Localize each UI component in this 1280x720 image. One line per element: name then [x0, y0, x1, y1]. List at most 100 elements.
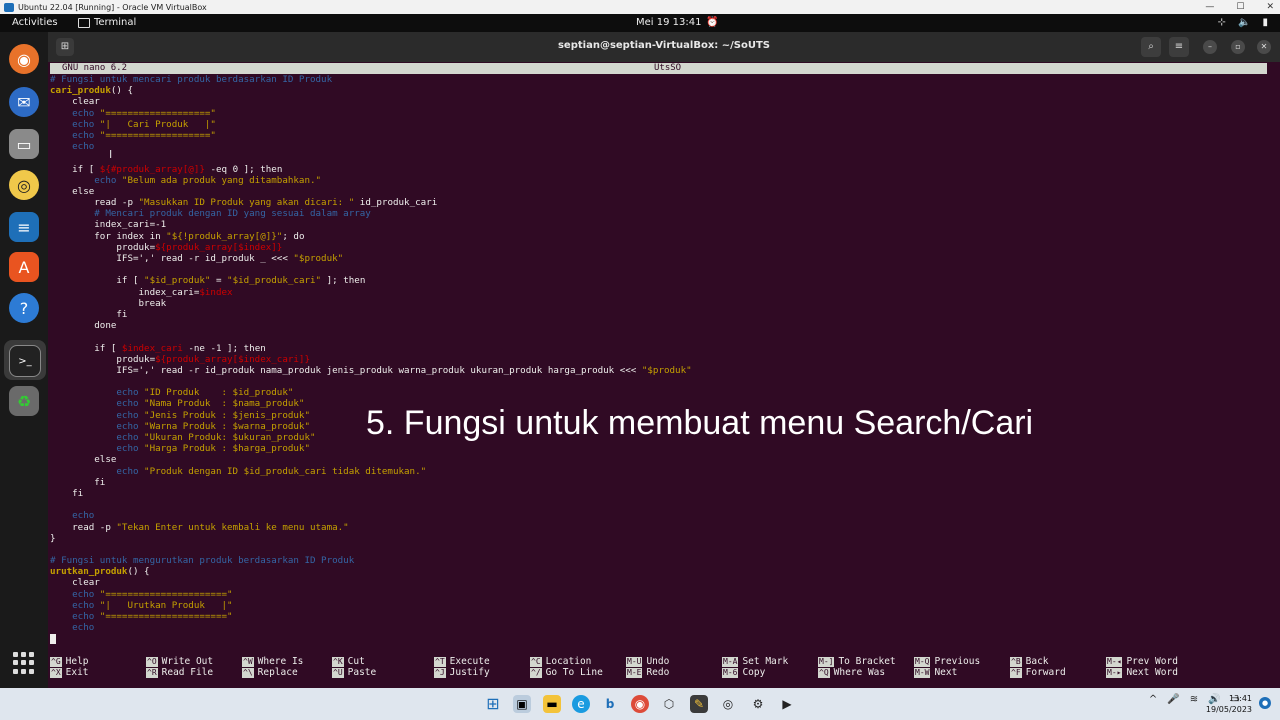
chrome-icon[interactable]: ◉ [631, 695, 649, 713]
code-line: clear [50, 577, 1267, 588]
code-token: for index in [50, 230, 167, 242]
file-explorer-icon[interactable]: ▬ [543, 695, 561, 713]
code-line: cari_produk() { [50, 85, 1267, 96]
code-token: echo [50, 118, 100, 130]
editor-text-area[interactable]: # Fungsi untuk mencari produk berdasarka… [50, 74, 1267, 646]
shortcut-item: ^J Justify [434, 667, 490, 678]
minimize-button[interactable]: — [1205, 2, 1214, 12]
shortcut-item: ^C Location [530, 656, 591, 667]
code-token: "Masukkan ID Produk yang akan dicari: " [138, 197, 355, 209]
window-minimize-icon[interactable]: – [1203, 40, 1217, 54]
shortcut-label: To Bracket [838, 656, 896, 667]
hamburger-menu-icon[interactable]: ≡ [1169, 37, 1189, 57]
clock[interactable]: Mei 19 13:41 [636, 17, 701, 28]
code-token: "Nama Produk : $nama_produk" [144, 398, 305, 410]
code-token: echo [50, 174, 122, 186]
code-token: echo [50, 622, 95, 634]
code-line: if [ ${#produk_array[@]} -eq 0 ]; then [50, 164, 1267, 175]
code-token: echo [50, 432, 145, 443]
photos-icon[interactable]: ▣ [513, 695, 531, 713]
code-token: "${!produk_array[@]}" [166, 230, 283, 242]
code-token: "======================" [99, 611, 233, 622]
code-token: echo [50, 611, 100, 622]
code-line: echo "======================" [50, 589, 1267, 600]
help-icon[interactable]: ? [9, 293, 39, 323]
thunderbird-icon[interactable]: ✉ [9, 87, 39, 117]
windows-start-icon[interactable]: ⊞ [484, 695, 502, 713]
shortcut-item: M-A Set Mark [722, 656, 788, 667]
show-applications-icon[interactable] [13, 652, 35, 674]
virtualbox-title: Ubuntu 22.04 [Running] - Oracle VM Virtu… [18, 2, 207, 12]
code-token: IFS=',' read -r id_produk _ <<< [50, 253, 294, 264]
code-token: if [ [50, 163, 100, 175]
code-token: $index [199, 286, 233, 298]
shortcut-label: Next [934, 667, 958, 678]
app-menu-label: Terminal [94, 17, 137, 28]
code-line: break [50, 298, 1267, 309]
code-token: produk= [50, 241, 156, 253]
code-token: echo [50, 129, 100, 141]
shortcut-label: Execute [449, 656, 490, 667]
shortcut-key: ^R [146, 667, 158, 678]
taskbar-date: 19/05/2023 [1205, 705, 1252, 714]
code-token: ${#produk_array[@]} [99, 163, 205, 175]
libreoffice-writer-icon[interactable]: ≡ [9, 212, 39, 242]
app-taskbar-icon[interactable]: ✎ [690, 695, 708, 713]
maximize-button[interactable]: ☐ [1236, 2, 1244, 12]
code-token: echo [50, 409, 145, 421]
files-icon[interactable]: ▭ [9, 129, 39, 159]
code-token: "$id_produk" [144, 275, 211, 287]
trash-icon[interactable]: ♻ [9, 386, 39, 416]
code-token: IFS=',' read -r id_produk nama_produk je… [50, 364, 642, 376]
code-token: id_produk_cari [354, 197, 438, 209]
software-center-icon[interactable]: A [9, 252, 39, 282]
shortcut-item: M-▸ Next Word [1106, 667, 1178, 678]
terminal-dock-icon[interactable]: >_ [9, 345, 41, 377]
nano-title-bar: GNU nano 6.2 UtsSO [50, 63, 1267, 74]
firefox-icon[interactable]: ◉ [9, 44, 39, 74]
window-close-icon[interactable]: ✕ [1257, 40, 1271, 54]
code-token: "======================" [99, 588, 233, 600]
code-token: "Tekan Enter untuk kembali ke menu utama… [116, 521, 349, 533]
settings-taskbar-icon[interactable]: ⚙ [749, 695, 767, 713]
shortcut-key: ^Q [818, 667, 830, 678]
window-maximize-icon[interactable]: ▫ [1231, 40, 1245, 54]
code-line: fi [50, 488, 1267, 499]
shortcut-key: M-W [914, 667, 931, 678]
code-line: if [ $index_cari -ne -1 ]; then [50, 343, 1267, 354]
activities-button[interactable]: Activities [12, 17, 58, 28]
rhythmbox-icon[interactable]: ◎ [9, 170, 39, 200]
shortcut-item: ^\ Replace [242, 667, 298, 678]
taskbar-clock[interactable]: 13:41 19/05/2023 [1206, 693, 1252, 715]
obs-icon[interactable]: ◎ [719, 695, 737, 713]
close-button[interactable]: ✕ [1266, 2, 1274, 12]
shortcut-item: M-◂ Prev Word [1106, 656, 1178, 667]
chevron-up-icon[interactable]: ^ [1149, 694, 1157, 705]
code-token: "Produk dengan ID $id_produk_cari tidak … [144, 465, 427, 477]
code-token: } [50, 532, 56, 544]
code-line: echo [50, 141, 1267, 152]
edge-icon[interactable]: e [572, 695, 590, 713]
code-line: index_cari=$index [50, 287, 1267, 298]
shortcut-item: ^B Back [1010, 656, 1049, 667]
shortcut-label: Where Is [257, 656, 304, 667]
search-icon[interactable]: ⌕ [1141, 37, 1161, 57]
shortcut-item: ^/Go To Line [530, 667, 603, 678]
code-token: break [50, 297, 167, 309]
code-token: fi [50, 476, 106, 488]
app-menu[interactable]: Terminal [78, 17, 136, 28]
code-token: "Belum ada produk yang ditambahkan." [121, 174, 322, 186]
code-line: echo "Produk dengan ID $id_produk_cari t… [50, 466, 1267, 477]
code-line: IFS=',' read -r id_produk nama_produk je… [50, 365, 1267, 376]
code-token: "| Cari Produk |" [99, 118, 216, 130]
system-menu[interactable]: ⊹ 🔈 ▮ [1218, 17, 1268, 28]
notification-icon[interactable]: ● [1259, 697, 1271, 709]
virtualbox-taskbar-icon[interactable]: ⬡ [660, 695, 678, 713]
code-token: cari_produk [50, 85, 111, 97]
code-line: else [50, 186, 1267, 197]
media-player-icon[interactable]: ▶ [778, 695, 796, 713]
bing-icon[interactable]: b [601, 695, 619, 713]
shortcut-item: M-W Next [914, 667, 957, 678]
code-token: -eq 0 ]; then [204, 163, 283, 175]
